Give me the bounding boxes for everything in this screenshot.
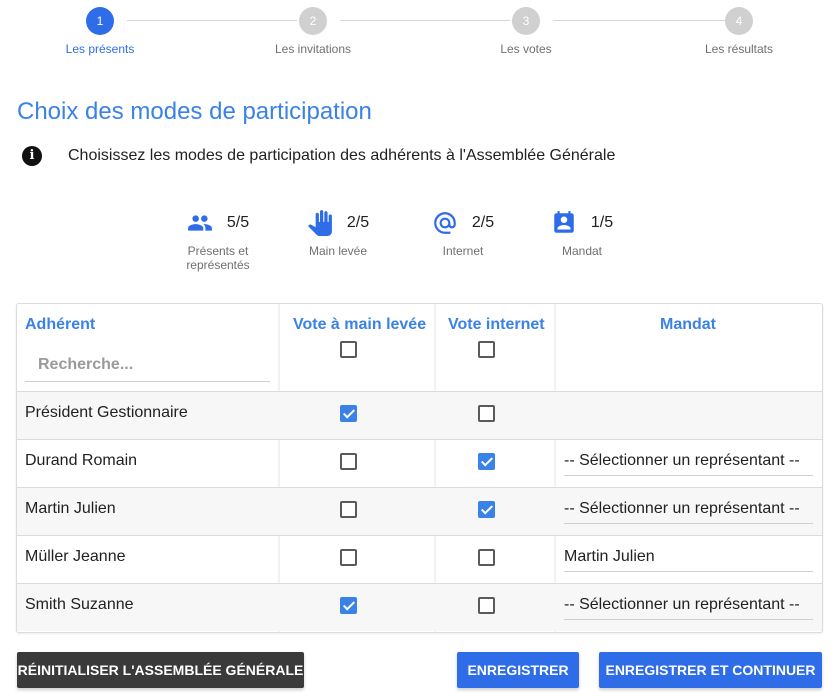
contact-icon [554,211,574,233]
member-name: Smith Suzanne [25,596,134,613]
step-label: Les votes [500,42,552,56]
save-button[interactable]: ENREGISTRER [457,652,579,688]
step-label: Les présents [65,42,135,56]
stepper: 1 Les présents 2 Les invitations 3 Les v… [0,0,838,70]
stat-value: 1/5 [590,214,614,231]
select-all-hand-checkbox[interactable] [340,341,357,358]
stat-present: 5/5 Présents et représentés [160,208,276,272]
step-4[interactable]: 4 Les résultats [679,7,799,56]
table-header: Adhérent Vote à main levée Vote internet… [17,304,822,392]
stat-label: Main levée [308,244,368,258]
header-proxy[interactable]: Mandat [660,316,716,334]
table-row: Smith Suzanne -- Sélectionner un représe… [17,583,822,631]
hand-icon [307,210,332,236]
stat-label-line: Présents et [187,244,249,258]
header-member[interactable]: Adhérent [25,316,95,334]
info-text: Choisissez les modes de participation de… [68,147,616,164]
internet-vote-checkbox[interactable] [478,501,495,518]
step-number: 2 [299,7,327,35]
proxy-select[interactable]: -- Sélectionner un représentant -- [564,594,813,620]
member-name: Durand Romain [25,452,138,469]
proxy-select[interactable]: Martin Julien [564,546,813,572]
proxy-select[interactable]: -- Sélectionner un représentant -- [564,450,813,476]
stat-label: Internet [442,244,484,258]
step-1[interactable]: 1 Les présents [40,7,160,56]
member-name: Martin Julien [25,500,116,517]
internet-vote-checkbox[interactable] [478,453,495,470]
at-icon [434,212,456,234]
member-name: Müller Jeanne [25,548,126,565]
step-3[interactable]: 3 Les votes [466,7,586,56]
step-2[interactable]: 2 Les invitations [253,7,373,56]
people-icon [187,215,212,231]
step-label: Les invitations [274,42,352,56]
internet-vote-checkbox[interactable] [478,405,495,422]
step-number: 4 [725,7,753,35]
hand-vote-checkbox[interactable] [340,405,357,422]
hand-vote-checkbox[interactable] [340,453,357,470]
stat-label: Présents et représentés [160,244,276,272]
internet-vote-checkbox[interactable] [478,549,495,566]
step-number: 1 [86,7,114,35]
stat-internet-vote: 2/5 Internet [404,208,522,258]
header-hand-vote[interactable]: Vote à main levée [293,316,426,334]
internet-vote-checkbox[interactable] [478,597,495,614]
table-row: Müller Jeanne Martin Julien [17,535,822,583]
hand-vote-checkbox[interactable] [340,597,357,614]
stat-label-line: représentés [186,258,250,272]
table-row: Martin Julien -- Sélectionner un représe… [17,487,822,535]
step-number: 3 [512,7,540,35]
proxy-select[interactable]: -- Sélectionner un représentant -- [564,498,813,524]
stat-label: Mandat [561,244,603,258]
stat-proxy: 1/5 Mandat [518,208,646,258]
participation-table: Adhérent Vote à main levée Vote internet… [16,303,823,633]
step-label: Les résultats [704,42,774,56]
save-and-continue-button[interactable]: ENREGISTRER ET CONTINUER [599,652,822,688]
header-internet-vote[interactable]: Vote internet [448,316,545,334]
stat-hand-vote: 2/5 Main levée [282,208,394,258]
page-title: Choix des modes de participation [17,98,372,125]
stat-value: 5/5 [226,214,250,231]
table-row: Président Gestionnaire [17,391,822,439]
hand-vote-checkbox[interactable] [340,501,357,518]
table-row: Durand Romain -- Sélectionner un représe… [17,439,822,487]
stat-value: 2/5 [471,214,495,231]
member-name: Président Gestionnaire [25,404,188,421]
info-message: i Choisissez les modes de participation … [22,146,615,166]
search-input[interactable] [25,348,270,382]
hand-vote-checkbox[interactable] [340,549,357,566]
reset-assembly-button[interactable]: RÉINITIALISER L'ASSEMBLÉE GÉNÉRALE [17,652,304,688]
select-all-internet-checkbox[interactable] [478,341,495,358]
stat-value: 2/5 [346,214,370,231]
info-icon: i [22,146,42,166]
